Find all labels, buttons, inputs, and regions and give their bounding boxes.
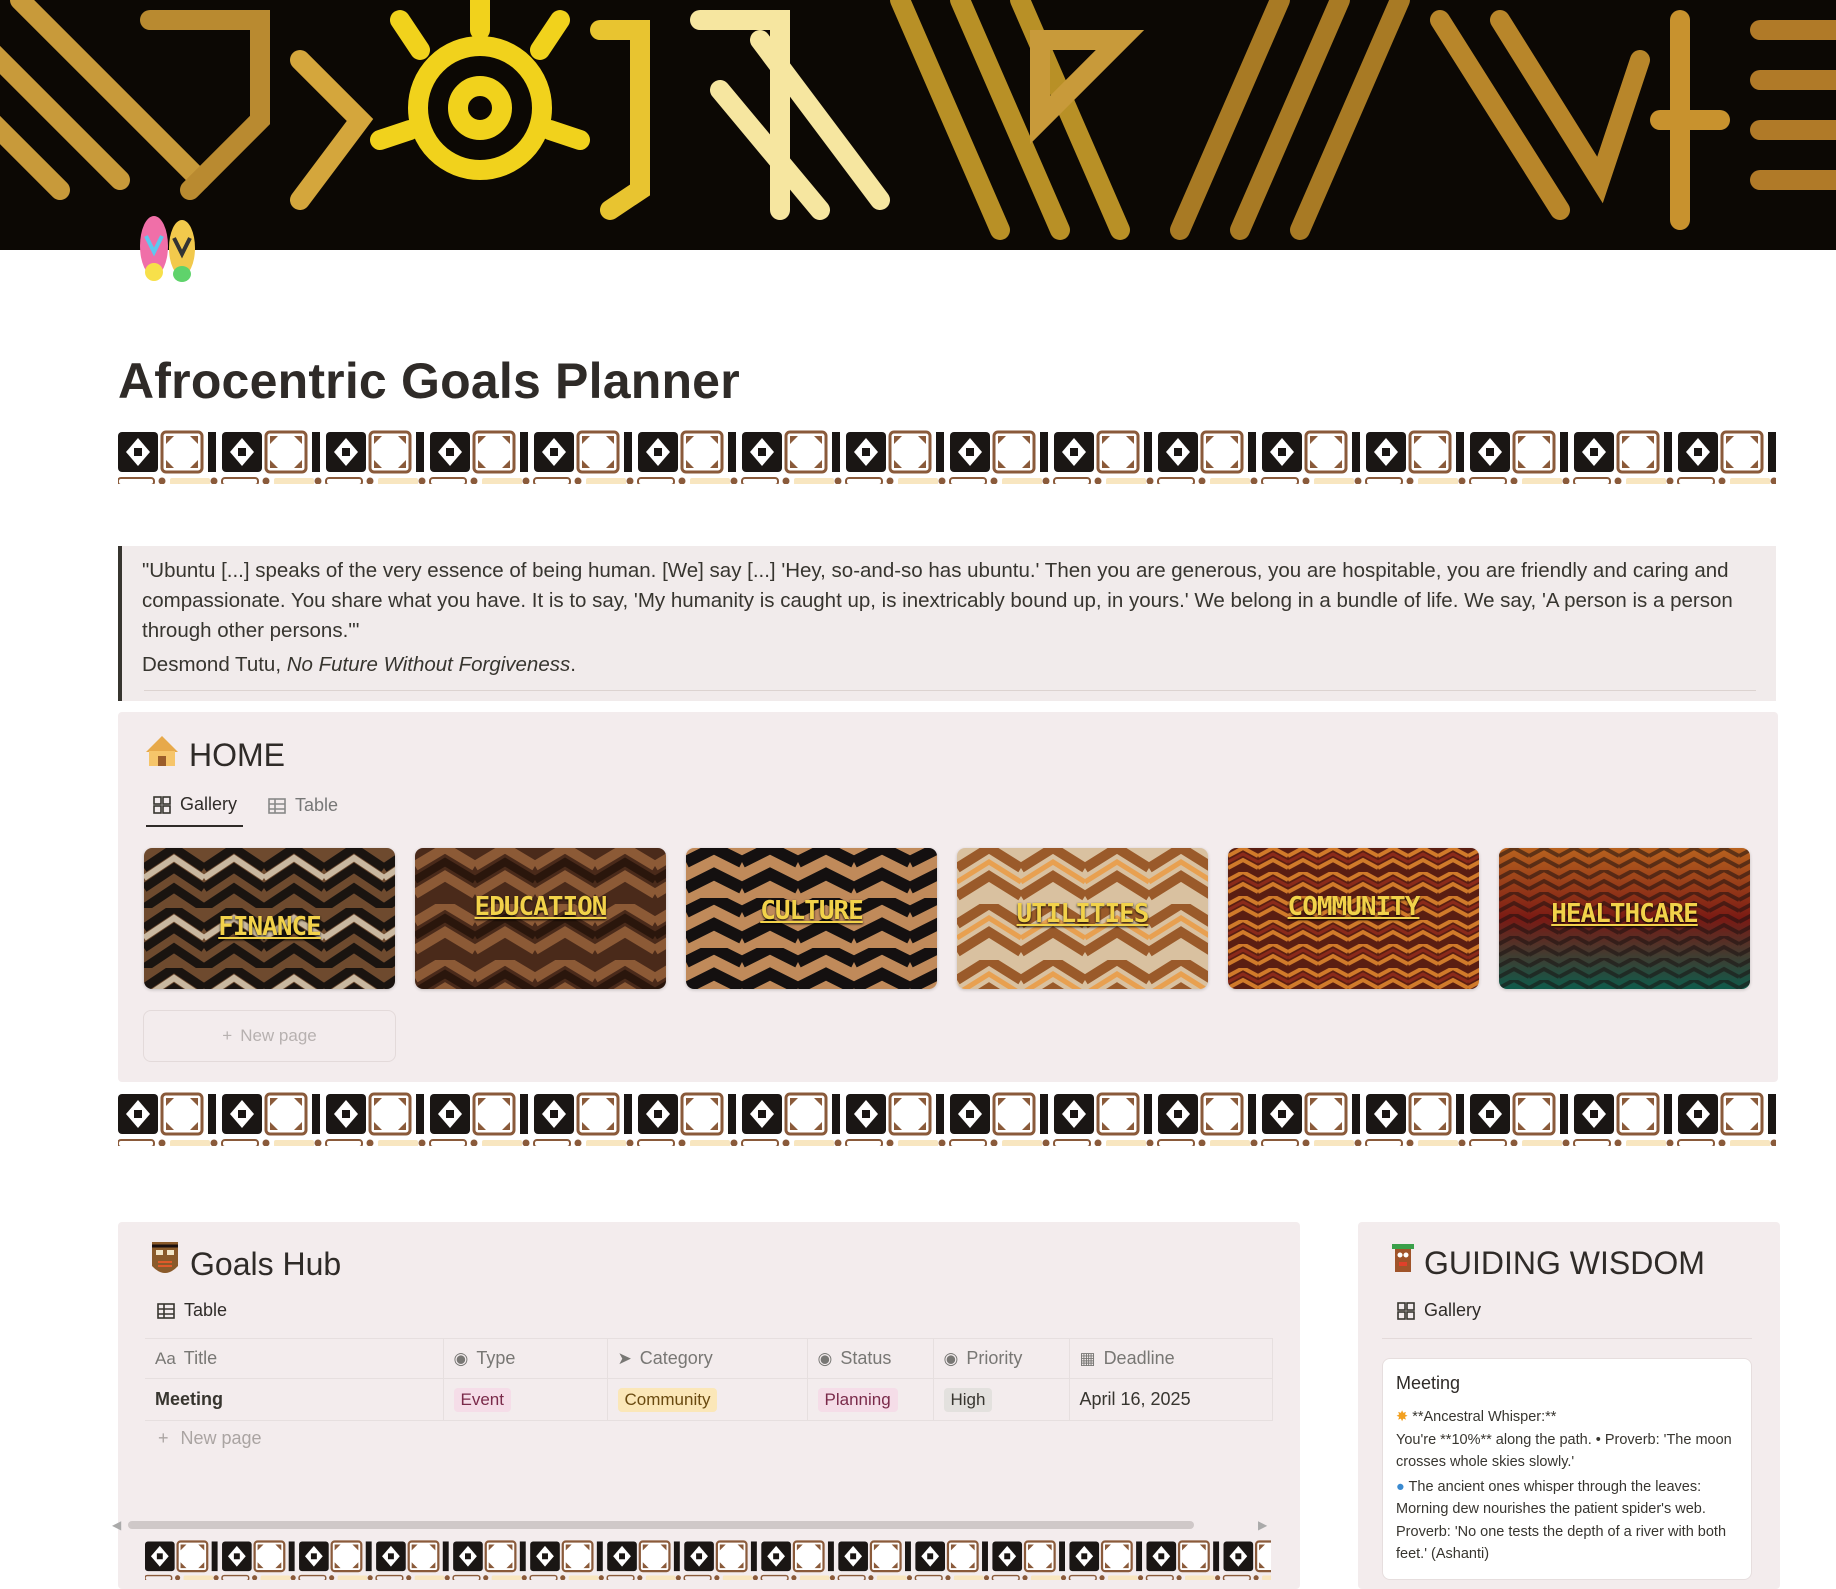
tag-planning: Planning (817, 1387, 898, 1412)
card-label: COMMUNITY (1287, 892, 1421, 923)
card-label: FINANCE (218, 911, 322, 942)
gallery-icon (1397, 1301, 1415, 1320)
new-page-button[interactable]: + New page (143, 1010, 396, 1062)
flip-flops-icon[interactable] (136, 208, 200, 284)
gallery-card-community[interactable]: COMMUNITY (1228, 848, 1479, 989)
calendar-icon: ▦ (1079, 1349, 1096, 1368)
cell-deadline[interactable]: April 16, 2025 (1069, 1378, 1273, 1421)
goals-title: Goals Hub (190, 1245, 342, 1282)
wisdom-view-tabs: Gallery (1396, 1300, 1481, 1321)
gallery-card-culture[interactable]: CULTURE (686, 848, 937, 989)
text-icon: Aa (155, 1349, 176, 1368)
divider-line (1382, 1338, 1752, 1339)
quote-source: No Future Without Forgiveness (286, 653, 571, 676)
cell-category[interactable]: Community (607, 1378, 808, 1421)
tab-table[interactable]: Table (261, 788, 344, 827)
table-row[interactable]: Meeting Event Community Planning High Ap… (145, 1378, 1273, 1421)
card-label: EDUCATION (474, 892, 608, 923)
wisdom-title: GUIDING WISDOM (1424, 1244, 1705, 1281)
star-icon: ✸ (1396, 1409, 1409, 1425)
tab-label: Table (295, 795, 339, 815)
goals-table: Aa Title ◉ Type ➤ Category ◉ Status ◉ Priorit… (145, 1338, 1273, 1421)
cell-priority[interactable]: High (933, 1378, 1070, 1421)
table-icon (157, 1302, 175, 1319)
column-header-deadline[interactable]: ▦ Deadline (1069, 1338, 1273, 1379)
goals-new-page-button[interactable]: + New page (158, 1428, 262, 1449)
card-label: UTILITIES (1016, 899, 1150, 930)
goals-view-tabs: Table (156, 1300, 227, 1321)
column-label: Deadline (1103, 1348, 1175, 1368)
quote-text: "Ubuntu [...] speaks of the very essence… (142, 559, 1733, 642)
tab-gallery[interactable]: Gallery (146, 788, 244, 827)
select-icon: ◉ (453, 1349, 469, 1368)
gallery-card-finance[interactable]: FINANCE (144, 848, 395, 989)
tribal-divider (145, 1540, 1271, 1580)
column-label: Title (183, 1348, 218, 1368)
wisdom-header[interactable]: GUIDING WISDOM (1390, 1242, 1705, 1284)
select-icon: ◉ (943, 1349, 959, 1368)
quote-end: . (570, 653, 576, 676)
column-header-status[interactable]: ◉ Status (807, 1338, 934, 1379)
tab-label: Gallery (180, 794, 238, 814)
horizontal-scrollbar[interactable] (128, 1521, 1194, 1529)
hut-icon (143, 732, 181, 778)
cover-banner (0, 0, 1836, 250)
mask-icon (148, 1240, 182, 1288)
quote-block: "Ubuntu [...] speaks of the very essence… (118, 546, 1776, 701)
column-header-priority[interactable]: ◉ Priority (933, 1338, 1070, 1379)
tab-label: Table (184, 1300, 228, 1320)
column-header-category[interactable]: ➤ Category (607, 1338, 808, 1379)
status-icon: ◉ (817, 1349, 833, 1368)
home-title: HOME (189, 736, 285, 773)
column-label: Type (476, 1348, 516, 1368)
cell-type[interactable]: Event (443, 1378, 608, 1421)
column-label: Category (639, 1348, 713, 1368)
tribal-divider (118, 430, 1776, 484)
wisdom-card-title: Meeting (1396, 1373, 1461, 1393)
plus-icon: + (158, 1428, 169, 1448)
tag-event: Event (453, 1387, 511, 1412)
quote-author: Desmond Tutu, (142, 653, 287, 676)
divider-line (144, 690, 1756, 691)
wisdom-text: **Ancestral Whisper:** (1412, 1409, 1557, 1425)
globe-icon: ● (1396, 1478, 1405, 1495)
tab-table[interactable]: Table (156, 1300, 227, 1321)
column-label: Priority (966, 1348, 1023, 1368)
cell-status[interactable]: Planning (807, 1378, 934, 1421)
scroll-left-arrow-icon[interactable]: ◀ (112, 1518, 121, 1532)
wisdom-text: The ancient ones whisper through the lea… (1396, 1478, 1727, 1563)
new-page-label: New page (180, 1428, 262, 1448)
totem-icon (1390, 1242, 1416, 1284)
tab-gallery[interactable]: Gallery (1396, 1300, 1481, 1321)
tag-community: Community (617, 1387, 718, 1412)
page-title: Afrocentric Goals Planner (118, 353, 740, 409)
cell-title[interactable]: Meeting (145, 1378, 444, 1421)
quote-citation: Desmond Tutu, No Future Without Forgiven… (142, 650, 1754, 680)
column-header-type[interactable]: ◉ Type (443, 1338, 608, 1379)
column-label: Status (840, 1348, 892, 1368)
tab-label: Gallery (1424, 1300, 1482, 1320)
home-header[interactable]: HOME (143, 732, 285, 778)
new-page-label: New page (240, 1026, 317, 1045)
wisdom-line-progress: You're **10%** along the path. • Proverb… (1396, 1431, 1732, 1471)
wisdom-card[interactable]: Meeting ✸ **Ancestral Whisper:** You're … (1382, 1358, 1752, 1580)
gallery-icon (153, 795, 171, 814)
table-header-row: Aa Title ◉ Type ➤ Category ◉ Status ◉ Priorit… (145, 1338, 1273, 1379)
column-header-title[interactable]: Aa Title (145, 1338, 444, 1379)
wisdom-line-whisper: ✸ **Ancestral Whisper:** (1396, 1406, 1738, 1429)
gallery-card-utilities[interactable]: UTILITIES (957, 848, 1208, 989)
table-icon (268, 797, 286, 814)
goals-header[interactable]: Goals Hub (148, 1240, 341, 1288)
card-label: CULTURE (760, 896, 864, 927)
plus-icon: + (222, 1026, 233, 1045)
wisdom-line-proverb: ● The ancient ones whisper through the l… (1396, 1476, 1738, 1566)
gallery-card-education[interactable]: EDUCATION (415, 848, 666, 989)
card-label: HEALTHCARE (1551, 899, 1699, 930)
gallery-card-healthcare[interactable]: HEALTHCARE (1499, 848, 1750, 989)
home-view-tabs: Gallery Table (146, 788, 344, 827)
scroll-right-arrow-icon[interactable]: ▶ (1258, 1518, 1267, 1532)
arrow-icon: ➤ (617, 1349, 632, 1368)
tag-high: High (943, 1387, 993, 1412)
tribal-divider (118, 1092, 1776, 1146)
